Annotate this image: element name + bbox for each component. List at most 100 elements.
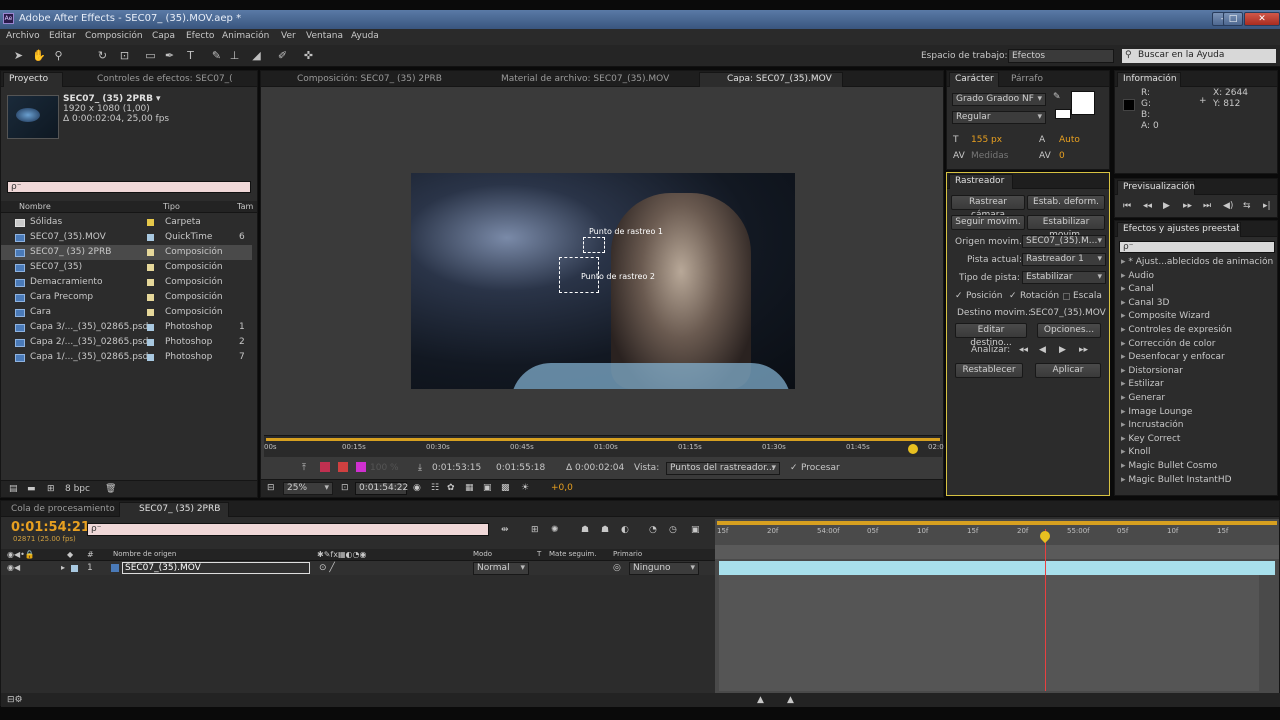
effect-category[interactable]: Image Lounge (1121, 407, 1192, 417)
tab-informacion[interactable]: Información (1123, 74, 1177, 84)
color-chip-3[interactable] (356, 462, 366, 472)
eyedropper-icon[interactable]: ✎ (1053, 92, 1061, 102)
last-frame-icon[interactable]: ⏭ (1203, 201, 1211, 211)
stabilize-motion-button[interactable]: Estabilizar movim. (1027, 215, 1105, 240)
menu-capa[interactable]: Capa (152, 31, 175, 41)
project-row[interactable]: Capa 2/..._(35)_02865.psd Photoshop 2 (1, 335, 252, 350)
frame-blend-icon[interactable]: ☗ (601, 525, 609, 535)
project-row[interactable]: Demacramiento Composición (1, 275, 252, 290)
graph-editor-icon[interactable]: ◔ (649, 525, 657, 535)
col-nombre[interactable]: Nombre (19, 202, 51, 211)
col-nombre-origen[interactable]: Nombre de origen (113, 550, 176, 558)
eraser-tool-icon[interactable]: ◢ (250, 49, 263, 62)
menu-editar[interactable]: Editar (49, 31, 76, 41)
tab-cola-procesamiento[interactable]: Cola de procesamiento (11, 504, 115, 514)
font-style-select[interactable]: Regular (952, 111, 1046, 124)
delete-icon[interactable]: 🗑 (105, 484, 116, 494)
transparency-icon[interactable]: ▩ (501, 483, 510, 493)
leading-value[interactable]: Auto (1059, 135, 1080, 145)
puppet-pin-icon[interactable]: ✜ (302, 49, 315, 62)
label-color[interactable] (147, 279, 154, 286)
comp-mini-flowchart-icon[interactable]: ⇹ (501, 525, 509, 535)
label-color[interactable] (147, 264, 154, 271)
effect-category[interactable]: Magic Bullet Cosmo (1121, 461, 1217, 471)
label-color[interactable] (147, 324, 154, 331)
play-icon[interactable]: ▶ (1163, 201, 1170, 211)
rgb-icon[interactable]: ✿ (447, 483, 455, 493)
effect-category[interactable]: Distorsionar (1121, 366, 1182, 376)
shy-icon[interactable]: ☗ (581, 525, 589, 535)
layer-row[interactable]: ◉◀ ▸ 1 SEC07_(35).MOV ⊙ ╱ Normal ◎ Ningu… (1, 561, 715, 575)
options-button[interactable]: Opciones... (1037, 323, 1101, 338)
effect-category[interactable]: Canal (1121, 284, 1154, 294)
stroke-color-swatch[interactable] (1055, 109, 1071, 119)
ram-preview-icon[interactable]: ▸| (1263, 201, 1271, 211)
project-row[interactable]: SEC07_(35) Composición (1, 260, 252, 275)
menu-animacion[interactable]: Animación (222, 31, 269, 41)
warp-stabilizer-button[interactable]: Estab. deform. (1027, 195, 1105, 210)
layer-label-color[interactable] (71, 565, 78, 572)
rectangle-tool-icon[interactable]: ▭ (144, 49, 157, 62)
analyze-back-icon[interactable]: ◀ (1039, 345, 1046, 355)
zoom-in-icon[interactable]: ▲ (787, 695, 794, 705)
tab-caracter[interactable]: Carácter (955, 74, 994, 84)
camera-icon[interactable]: ◉ (413, 483, 421, 493)
analyze-forward-icon[interactable]: ▶ (1059, 345, 1066, 355)
channels-icon[interactable]: ☷ (431, 483, 439, 493)
toggle-switches-icon[interactable]: ⊟⚙ (7, 695, 23, 705)
next-frame-icon[interactable]: ▸▸ (1183, 201, 1192, 211)
text-tool-icon[interactable]: T (184, 49, 197, 62)
position-checkbox[interactable]: ✓ (955, 291, 963, 301)
draft-3d-icon[interactable]: ✺ (551, 525, 559, 535)
zoom-out-icon[interactable]: ▲ (757, 695, 764, 705)
layer-visibility-icon[interactable]: ◉◀ (7, 563, 20, 572)
col-modo[interactable]: Modo (473, 550, 492, 558)
live-update-icon[interactable]: ⊞ (531, 525, 539, 535)
help-search-input[interactable]: Buscar en la Ayuda ⚲ (1122, 49, 1276, 63)
effect-category[interactable]: Estilizar (1121, 379, 1163, 389)
effect-category[interactable]: Knoll (1121, 447, 1150, 457)
render-icon[interactable]: ▣ (691, 525, 700, 535)
fill-color-swatch[interactable] (1071, 91, 1095, 115)
interpret-footage-icon[interactable]: ▤ (9, 484, 18, 494)
effect-category[interactable]: Canal 3D (1121, 298, 1169, 308)
color-chip-2[interactable] (338, 462, 348, 472)
exposure-value[interactable]: +0,0 (551, 483, 573, 493)
analyze-forward-frame-icon[interactable]: ▸▸ (1079, 345, 1088, 355)
label-color[interactable] (147, 249, 154, 256)
effect-category[interactable]: Composite Wizard (1121, 311, 1210, 321)
prev-frame-icon[interactable]: ◂◂ (1143, 201, 1152, 211)
work-area-bar[interactable] (717, 521, 1277, 525)
workspace-select[interactable]: Efectos (1008, 49, 1114, 63)
timeline-playhead[interactable] (1044, 529, 1046, 691)
current-track-select[interactable]: Rastreador 1 (1022, 253, 1106, 266)
clone-tool-icon[interactable]: ⊥ (228, 49, 241, 62)
exposure-icon[interactable]: ☀ (521, 483, 529, 493)
new-folder-icon[interactable]: ▬ (27, 484, 36, 494)
source-select[interactable]: SEC07_(35).M... (1022, 235, 1106, 248)
layer-duration-bar[interactable] (719, 561, 1275, 575)
rotate-tool-icon[interactable]: ↻ (96, 49, 109, 62)
layer-mode-select[interactable]: Normal (473, 562, 529, 575)
current-time-field[interactable]: 0:01:54:22 (355, 482, 408, 495)
effect-category[interactable]: Desenfocar y enfocar (1121, 352, 1224, 362)
col-tipo[interactable]: Tipo (163, 202, 180, 211)
footage-frame[interactable]: Punto de rastreo 1 Punto de rastreo 2 (411, 173, 795, 389)
layer-name[interactable]: SEC07_(35).MOV (122, 562, 310, 574)
color-chip-1[interactable] (320, 462, 330, 472)
project-row[interactable]: SEC07_ (35) 2PRB Composición (1, 245, 252, 260)
tracking-value[interactable]: 0 (1059, 151, 1065, 161)
motion-blur-icon[interactable]: ◐ (621, 525, 629, 535)
label-color[interactable] (147, 309, 154, 316)
font-size-value[interactable]: 155 px (971, 135, 1002, 145)
effect-category[interactable]: Corrección de color (1121, 339, 1215, 349)
hand-tool-icon[interactable]: ✋ (32, 49, 46, 62)
tab-comp-timeline[interactable]: SEC07_ (35) 2PRB (139, 504, 220, 514)
first-frame-icon[interactable]: ⏮ (1123, 201, 1131, 211)
tab-composicion[interactable]: Composición: SEC07_ (35) 2PRB (297, 74, 442, 84)
project-row[interactable]: Cara Composición (1, 305, 252, 320)
pen-tool-icon[interactable]: ✒ (163, 49, 176, 62)
menu-ayuda[interactable]: Ayuda (351, 31, 379, 41)
timeline-search-input[interactable]: ρ⁻ (87, 523, 489, 536)
parent-pick-whip-icon[interactable]: ◎ (613, 563, 621, 573)
